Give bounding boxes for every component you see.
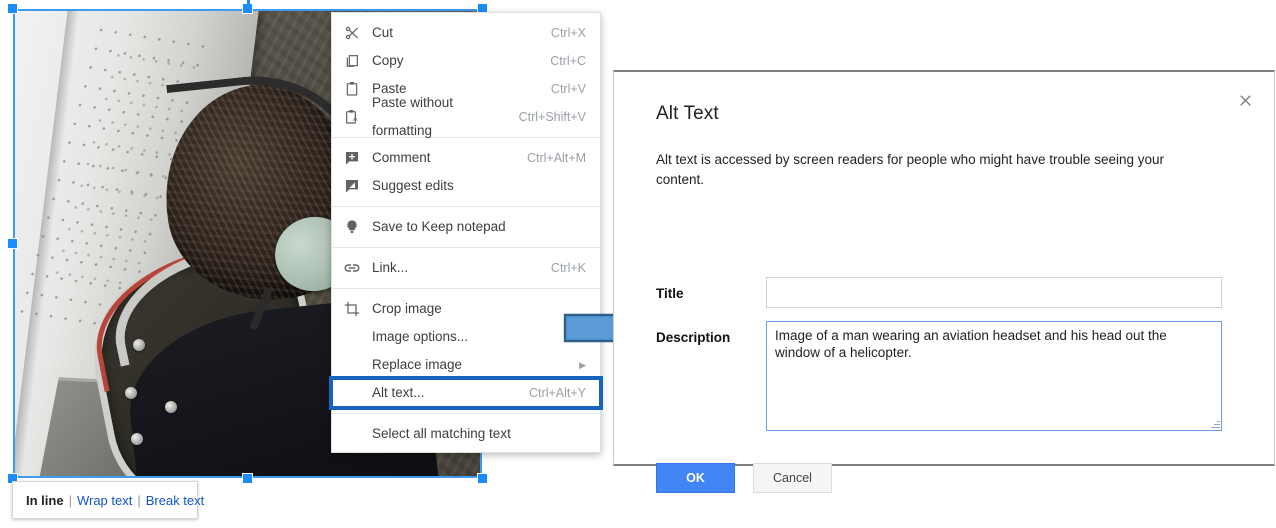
menu-separator-2 — [332, 206, 600, 207]
menu-label-replace-image: Replace image — [372, 357, 463, 372]
clipboard-icon — [332, 81, 372, 97]
menu-label-select-all-matching-text: Select all matching text — [372, 426, 511, 441]
menu-label-suggest-edits: Suggest edits — [372, 178, 454, 193]
cancel-button[interactable]: Cancel — [753, 463, 832, 493]
menu-accel-paste: Ctrl+V — [550, 82, 586, 96]
menu-label-comment: Comment — [372, 150, 431, 165]
menu-label-copy: Copy — [372, 53, 404, 68]
menu-item-select-all-matching-text[interactable]: Select all matching text — [332, 420, 600, 448]
link-icon — [332, 259, 372, 277]
menu-item-replace-image[interactable]: Replace image ▶ — [332, 351, 600, 379]
menu-separator-3 — [332, 247, 600, 248]
photo-bolt-3 — [131, 433, 143, 445]
menu-accel-cut: Ctrl+X — [550, 26, 586, 40]
dialog-description-text: Alt text is accessed by screen readers f… — [656, 152, 1165, 187]
resize-handle-top-left[interactable] — [7, 3, 18, 14]
scissors-icon — [332, 25, 372, 41]
menu-accel-paste-without-formatting: Ctrl+Shift+V — [518, 110, 586, 124]
dialog-title: Alt Text — [656, 103, 719, 124]
photo-bolt-1 — [133, 339, 145, 351]
image-context-menu[interactable]: Cut Ctrl+X Copy Ctrl+C Paste Ctrl+V A Pa… — [329, 12, 603, 453]
copy-icon — [332, 53, 372, 69]
image-top-tick-marker — [247, 0, 250, 10]
wrap-separator-1: | — [68, 492, 72, 508]
menu-item-cut[interactable]: Cut Ctrl+X — [332, 19, 600, 47]
menu-label-image-options: Image options... — [372, 329, 469, 344]
menu-item-suggest-edits[interactable]: Suggest edits — [332, 172, 600, 200]
close-icon[interactable] — [1234, 89, 1256, 111]
photo-bolt-2 — [125, 387, 137, 399]
resize-handle-bottom-center[interactable] — [242, 473, 253, 484]
screenshot-stage: In line | Wrap text | Break text Cut Ctr… — [0, 0, 1276, 528]
menu-item-paste-without-formatting[interactable]: A Paste without formatting Ctrl+Shift+V — [332, 95, 600, 138]
resize-handle-bottom-right[interactable] — [477, 473, 488, 484]
menu-item-copy[interactable]: Copy Ctrl+C — [332, 47, 600, 75]
keep-bulb-icon — [332, 219, 372, 235]
menu-item-link[interactable]: Link... Ctrl+K — [332, 254, 600, 282]
suggest-edits-icon — [332, 178, 372, 194]
crop-icon — [332, 301, 372, 317]
menu-separator-5 — [332, 413, 600, 414]
menu-accel-copy: Ctrl+C — [550, 54, 586, 68]
menu-label-crop-image: Crop image — [372, 301, 442, 316]
wrap-option-inline[interactable]: In line — [26, 493, 64, 508]
resize-handle-middle-left[interactable] — [7, 238, 18, 249]
menu-item-save-to-keep[interactable]: Save to Keep notepad — [332, 213, 600, 241]
title-field-label: Title — [656, 286, 684, 301]
svg-text:A: A — [353, 116, 358, 123]
menu-separator-4 — [332, 288, 600, 289]
menu-label-paste-without-formatting: Paste without formatting — [372, 95, 454, 138]
wrap-option-break-text[interactable]: Break text — [146, 493, 205, 508]
photo-bolt-4 — [165, 401, 177, 413]
menu-label-save-to-keep: Save to Keep notepad — [372, 219, 506, 234]
clipboard-text-icon: A — [332, 109, 372, 125]
comment-plus-icon — [332, 150, 372, 166]
menu-label-link: Link... — [372, 260, 409, 275]
image-wrap-toolbar[interactable]: In line | Wrap text | Break text — [12, 481, 204, 519]
ok-button[interactable]: OK — [656, 463, 735, 493]
menu-item-alt-text[interactable]: Alt text... Ctrl+Alt+Y — [329, 376, 603, 410]
submenu-chevron-right-icon: ▶ — [579, 359, 586, 370]
wrap-option-wrap-text[interactable]: Wrap text — [77, 493, 132, 508]
menu-accel-comment: Ctrl+Alt+M — [526, 151, 586, 165]
description-textarea[interactable] — [766, 321, 1222, 431]
menu-accel-alt-text: Ctrl+Alt+Y — [529, 386, 586, 400]
menu-label-cut: Cut — [372, 25, 394, 40]
menu-item-image-options[interactable]: Image options... — [332, 323, 600, 351]
alt-text-dialog[interactable]: Alt Text Alt text is accessed by screen … — [613, 70, 1275, 493]
menu-label-alt-text: Alt text... — [372, 385, 425, 400]
menu-item-comment[interactable]: Comment Ctrl+Alt+M — [332, 144, 600, 172]
menu-accel-link: Ctrl+K — [550, 261, 586, 275]
menu-item-crop-image[interactable]: Crop image — [332, 295, 600, 323]
title-input[interactable] — [766, 277, 1222, 308]
description-field-label: Description — [656, 330, 731, 345]
wrap-separator-2: | — [137, 492, 141, 508]
